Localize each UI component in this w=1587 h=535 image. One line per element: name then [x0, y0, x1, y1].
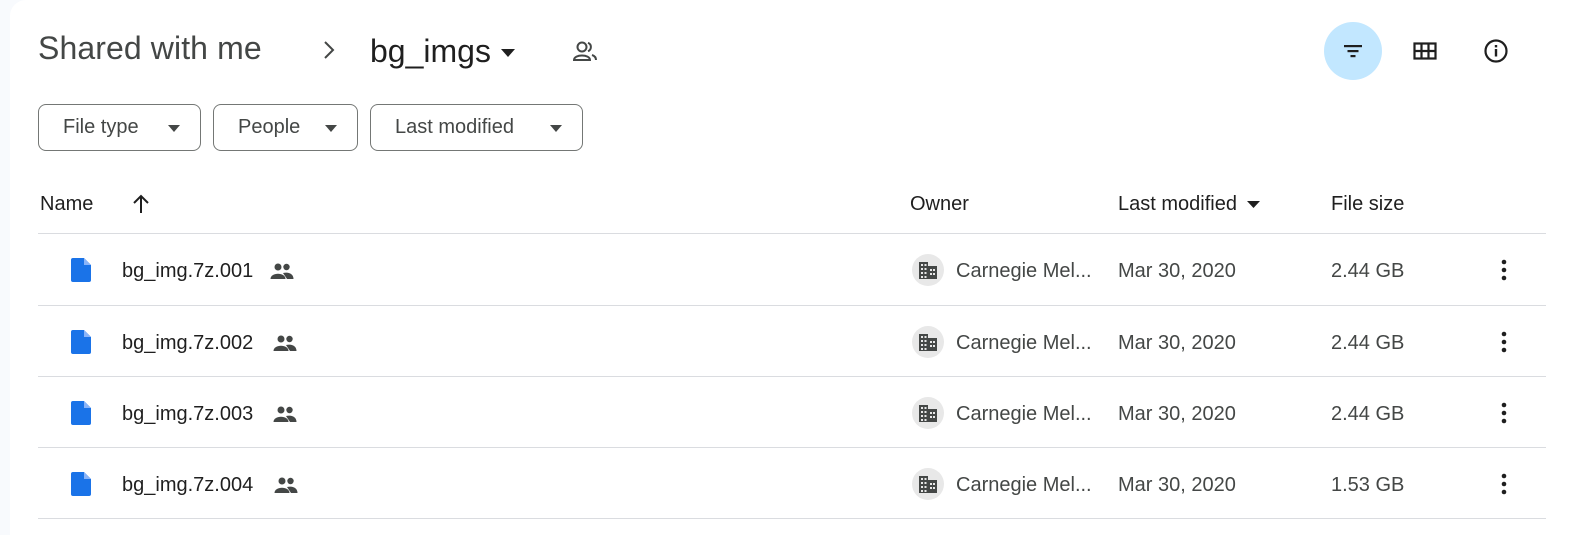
people-icon — [274, 477, 298, 493]
file-list-panel: Shared with me bg_imgs File type People … — [10, 0, 1587, 535]
file-modified: Mar 30, 2020 — [1118, 260, 1236, 282]
more-actions-button[interactable] — [1484, 464, 1524, 504]
header: Shared with me bg_imgs — [10, 0, 1587, 100]
column-header-last-modified-label: Last modified — [1118, 193, 1237, 215]
chip-label: File type — [63, 116, 139, 138]
people-icon — [273, 406, 297, 422]
filter-icon — [1344, 45, 1362, 58]
more-vert-icon — [1501, 402, 1507, 424]
caret-down-icon — [1246, 201, 1260, 208]
file-row[interactable]: bg_img.7z.002 Carnegie Mel... Mar 30, 20… — [38, 306, 1546, 377]
file-document-icon — [71, 401, 91, 425]
file-document-icon — [71, 330, 91, 354]
file-owner: Carnegie Mel... — [956, 474, 1092, 496]
more-actions-button[interactable] — [1484, 250, 1524, 290]
chevron-right-icon — [324, 41, 335, 59]
building-icon — [919, 476, 937, 493]
owner-avatar — [912, 468, 944, 500]
file-owner: Carnegie Mel... — [956, 332, 1092, 354]
file-size: 2.44 GB — [1331, 332, 1405, 354]
owner-avatar — [912, 326, 944, 358]
caret-down-icon — [500, 49, 515, 57]
file-modified: Mar 30, 2020 — [1118, 474, 1236, 496]
people-icon — [270, 263, 294, 279]
file-size: 1.53 GB — [1331, 474, 1405, 496]
file-row[interactable]: bg_img.7z.003 Carnegie Mel... Mar 30, 20… — [38, 377, 1546, 448]
caret-down-icon — [550, 125, 562, 132]
filter-chip-file-type[interactable]: File type — [38, 104, 201, 151]
divider — [38, 518, 1546, 519]
breadcrumb-root[interactable]: Shared with me — [38, 30, 262, 67]
column-header-file-size[interactable]: File size — [1331, 193, 1404, 216]
file-owner: Carnegie Mel... — [956, 403, 1092, 425]
folder-title: bg_imgs — [370, 32, 491, 69]
more-actions-button[interactable] — [1484, 393, 1524, 433]
owner-avatar — [912, 397, 944, 429]
file-size: 2.44 GB — [1331, 403, 1405, 425]
arrow-up-icon[interactable] — [132, 193, 150, 215]
more-vert-icon — [1501, 473, 1507, 495]
caret-down-icon — [168, 125, 180, 132]
file-name: bg_img.7z.003 — [122, 403, 254, 425]
column-header-owner[interactable]: Owner — [910, 193, 969, 216]
more-actions-button[interactable] — [1484, 322, 1524, 362]
file-row[interactable]: bg_img.7z.004 Carnegie Mel... Mar 30, 20… — [38, 448, 1546, 519]
building-icon — [919, 262, 937, 279]
shared-people-icon — [572, 41, 597, 61]
breadcrumb-current-folder[interactable]: bg_imgs — [370, 30, 515, 72]
info-icon — [1484, 39, 1508, 63]
building-icon — [919, 405, 937, 422]
file-modified: Mar 30, 2020 — [1118, 332, 1236, 354]
file-document-icon — [71, 472, 91, 496]
file-document-icon — [71, 258, 91, 282]
filter-button[interactable] — [1324, 22, 1382, 80]
people-icon — [273, 335, 297, 351]
info-button[interactable] — [1467, 22, 1525, 80]
chip-label: Last modified — [395, 116, 514, 138]
more-vert-icon — [1501, 259, 1507, 281]
column-header-name[interactable]: Name — [40, 193, 93, 216]
grid-view-button[interactable] — [1396, 22, 1454, 80]
file-owner: Carnegie Mel... — [956, 260, 1092, 282]
file-name: bg_img.7z.002 — [122, 332, 254, 354]
file-size: 2.44 GB — [1331, 260, 1405, 282]
chip-label: People — [238, 116, 301, 138]
building-icon — [919, 334, 937, 351]
caret-down-icon — [325, 125, 337, 132]
file-name: bg_img.7z.004 — [122, 474, 254, 496]
filter-chip-people[interactable]: People — [213, 104, 358, 151]
column-header-last-modified[interactable]: Last modified — [1118, 193, 1260, 216]
file-modified: Mar 30, 2020 — [1118, 403, 1236, 425]
file-name: bg_img.7z.001 — [122, 260, 254, 282]
owner-avatar — [912, 254, 944, 286]
grid-view-icon — [1413, 42, 1437, 60]
filter-chip-last-modified[interactable]: Last modified — [370, 104, 583, 151]
more-vert-icon — [1501, 331, 1507, 353]
file-row[interactable]: bg_img.7z.001 Carnegie Mel... Mar 30, 20… — [38, 234, 1546, 305]
